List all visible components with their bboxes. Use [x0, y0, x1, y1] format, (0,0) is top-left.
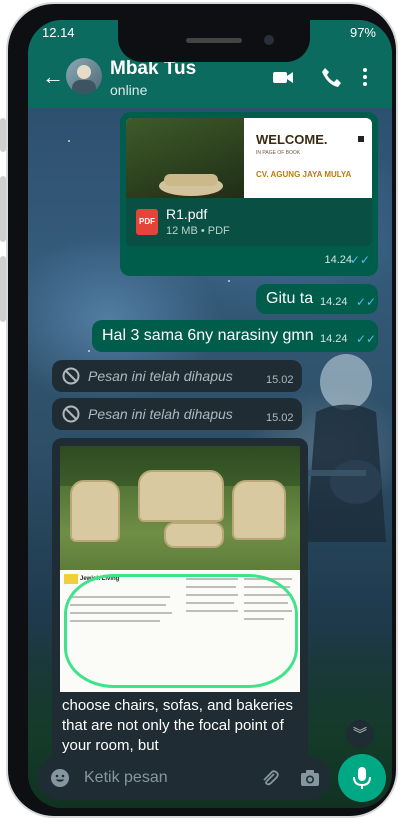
double-chevron-down-icon[interactable]: ︾ [346, 720, 374, 748]
message-time: 14.24 [324, 254, 352, 266]
phone-side-button-1 [0, 118, 6, 152]
phone-side-button-3 [0, 256, 6, 322]
outgoing-message[interactable]: Gitu ta 14.24 ✓✓ [256, 284, 378, 314]
blocked-icon [62, 405, 80, 423]
phone-notch [118, 20, 310, 62]
pdf-filename: R1.pdf [166, 206, 208, 222]
battery-level: 97% [349, 25, 376, 40]
pdf-file-bar[interactable]: PDF R1.pdf 12 MB • PDF [126, 198, 372, 246]
phone-icon[interactable] [320, 66, 342, 88]
message-text: Hal 3 sama 6ny narasiny gmn [102, 327, 314, 344]
image-caption: choose chairs, sofas, and bakeries that … [62, 697, 293, 754]
deleted-message[interactable]: Pesan ini telah dihapus 15.02 [52, 360, 302, 392]
document-photo[interactable]: Jewish Living [60, 570, 300, 692]
video-camera-icon[interactable] [272, 66, 294, 88]
furniture-photo[interactable] [60, 446, 300, 570]
chat-screen: 12.14 97% ← Mbak Tus online WELCOME. IN … [28, 20, 392, 808]
message-time: 14.24 [320, 296, 348, 308]
message-time: 15.02 [266, 374, 294, 386]
pdf-file-icon: PDF [136, 209, 158, 235]
highlight-circle [64, 574, 298, 688]
deleted-text: Pesan ini telah dihapus [88, 368, 233, 384]
pdf-fileinfo: 12 MB • PDF [166, 225, 230, 237]
deleted-text: Pesan ini telah dihapus [88, 406, 233, 422]
message-input-bar[interactable]: Ketik pesan [38, 756, 330, 800]
phone-side-button-2 [0, 176, 6, 242]
message-time: 14.24 [320, 333, 348, 345]
pdf-sub-text: IN PAGE OF BOOK [256, 150, 301, 156]
read-ticks-icon: ✓✓ [356, 332, 377, 346]
contact-presence: online [110, 82, 148, 98]
arrow-left-icon[interactable]: ← [42, 64, 64, 90]
pdf-welcome-text: WELCOME. [256, 132, 328, 147]
more-vertical-icon[interactable] [360, 66, 370, 88]
pdf-thumbnail[interactable]: WELCOME. IN PAGE OF BOOK CV. AGUNG JAYA … [126, 118, 372, 198]
message-placeholder[interactable]: Ketik pesan [84, 769, 168, 787]
pdf-company-text: CV. AGUNG JAYA MULYA [256, 170, 352, 179]
avatar[interactable] [66, 58, 102, 94]
image-message[interactable]: Jewish Living choose chairs, sofas, and … [52, 438, 308, 768]
phone-frame: 12.14 97% ← Mbak Tus online WELCOME. IN … [8, 4, 396, 816]
pdf-message[interactable]: WELCOME. IN PAGE OF BOOK CV. AGUNG JAYA … [120, 112, 378, 276]
read-ticks-icon: ✓✓ [349, 253, 370, 267]
message-time: 15.02 [266, 412, 294, 424]
camera-icon[interactable] [300, 768, 320, 788]
microphone-icon[interactable] [338, 754, 386, 802]
message-text: Gitu ta [266, 290, 314, 307]
deleted-message[interactable]: Pesan ini telah dihapus 15.02 [52, 398, 302, 430]
blocked-icon [62, 367, 80, 385]
paperclip-icon[interactable] [260, 768, 280, 788]
read-ticks-icon: ✓✓ [356, 295, 377, 309]
emoji-icon[interactable] [50, 768, 70, 788]
outgoing-message[interactable]: Hal 3 sama 6ny narasiny gmn 14.24 ✓✓ [92, 320, 378, 352]
status-time: 12.14 [42, 25, 75, 40]
